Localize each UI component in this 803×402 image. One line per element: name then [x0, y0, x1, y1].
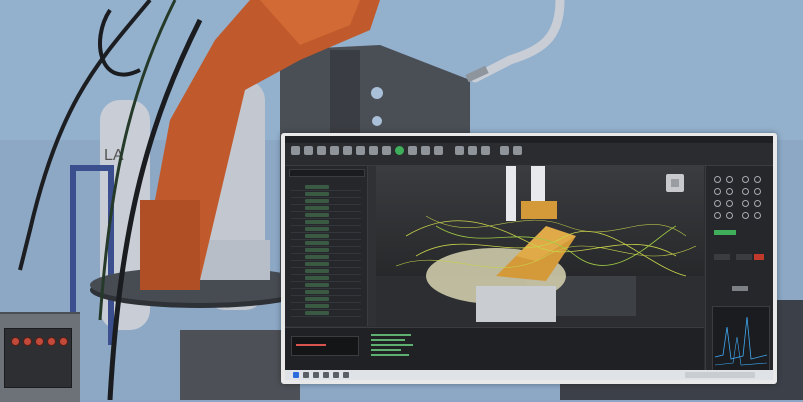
program-tree-panel: [285, 166, 368, 326]
list-item[interactable]: [291, 296, 361, 303]
list-item[interactable]: [291, 240, 361, 247]
software-window: [285, 136, 773, 380]
list-item[interactable]: [291, 191, 361, 198]
radio-button[interactable]: [754, 176, 761, 183]
output-console: [285, 327, 704, 371]
radio-button[interactable]: [742, 212, 749, 219]
radio-button[interactable]: [742, 176, 749, 183]
radio-button[interactable]: [754, 188, 761, 195]
list-item[interactable]: [291, 254, 361, 261]
toolbar-button[interactable]: [481, 146, 490, 155]
toolbar-button[interactable]: [421, 146, 430, 155]
toolbar-button[interactable]: [343, 146, 352, 155]
viewport-toolstrip: [368, 166, 376, 326]
radio-button[interactable]: [714, 188, 721, 195]
knob-icon: [47, 337, 56, 346]
log-line: [371, 334, 411, 336]
monitor: [281, 133, 777, 384]
toolbar-button[interactable]: [330, 146, 339, 155]
toggle-switch[interactable]: [714, 230, 736, 235]
taskbar-app-icon[interactable]: [343, 372, 349, 378]
welding-power-source: [0, 312, 80, 402]
taskbar-app-icon[interactable]: [303, 372, 309, 378]
toolbar-button[interactable]: [455, 146, 464, 155]
radio-button[interactable]: [754, 200, 761, 207]
radio-button[interactable]: [714, 200, 721, 207]
list-item[interactable]: [291, 289, 361, 296]
list-item[interactable]: [291, 205, 361, 212]
power-source-panel: [4, 328, 72, 388]
value-field[interactable]: [732, 286, 748, 291]
monitor-graph: [712, 306, 770, 374]
properties-panel: [705, 166, 773, 380]
toolbar-button[interactable]: [500, 146, 509, 155]
toolbar-button[interactable]: [356, 146, 365, 155]
toolbar-button[interactable]: [513, 146, 522, 155]
toolbar-button[interactable]: [291, 146, 300, 155]
window-titlebar: [285, 136, 773, 143]
radio-button[interactable]: [726, 176, 733, 183]
list-item[interactable]: [291, 226, 361, 233]
toolbar-button[interactable]: [317, 146, 326, 155]
knob-icon: [35, 337, 44, 346]
taskbar-app-icon[interactable]: [313, 372, 319, 378]
list-item[interactable]: [291, 198, 361, 205]
log-line: [371, 354, 409, 356]
list-item[interactable]: [291, 275, 361, 282]
option-button[interactable]: [736, 254, 752, 260]
log-line: [371, 339, 405, 341]
radio-button[interactable]: [714, 176, 721, 183]
simulation-scene: [376, 166, 704, 326]
windows-taskbar: [285, 370, 773, 380]
radio-button[interactable]: [726, 200, 733, 207]
list-item[interactable]: [291, 282, 361, 289]
list-item[interactable]: [291, 247, 361, 254]
radio-button[interactable]: [742, 200, 749, 207]
list-item[interactable]: [291, 310, 361, 317]
toolbar-button[interactable]: [468, 146, 477, 155]
log-line: [371, 349, 401, 351]
start-icon[interactable]: [293, 372, 299, 378]
toolbar-button[interactable]: [304, 146, 313, 155]
system-tray[interactable]: [685, 372, 755, 378]
stop-button[interactable]: [754, 254, 764, 260]
list-item[interactable]: [291, 268, 361, 275]
list-item[interactable]: [291, 212, 361, 219]
list-item[interactable]: [291, 219, 361, 226]
taskbar-app-icon[interactable]: [333, 372, 339, 378]
log-line: [371, 344, 413, 346]
list-item[interactable]: [291, 233, 361, 240]
radio-button[interactable]: [714, 212, 721, 219]
toolbar-button[interactable]: [434, 146, 443, 155]
toolbar-button[interactable]: [369, 146, 378, 155]
knob-icon: [11, 337, 20, 346]
radio-button[interactable]: [726, 188, 733, 195]
list-item[interactable]: [291, 184, 361, 191]
search-input[interactable]: [289, 169, 365, 177]
radio-button[interactable]: [754, 212, 761, 219]
run-button[interactable]: [395, 146, 404, 155]
status-monitor: [291, 336, 359, 356]
option-button[interactable]: [714, 254, 730, 260]
list-item[interactable]: [291, 303, 361, 310]
toolbar-ribbon: [285, 143, 773, 166]
3d-viewport[interactable]: [376, 166, 704, 326]
list-item[interactable]: [291, 261, 361, 268]
knob-icon: [23, 337, 32, 346]
toolbar-button[interactable]: [408, 146, 417, 155]
radio-button[interactable]: [726, 212, 733, 219]
taskbar-app-icon[interactable]: [323, 372, 329, 378]
toolbar-button[interactable]: [382, 146, 391, 155]
knob-icon: [59, 337, 68, 346]
radio-button[interactable]: [742, 188, 749, 195]
